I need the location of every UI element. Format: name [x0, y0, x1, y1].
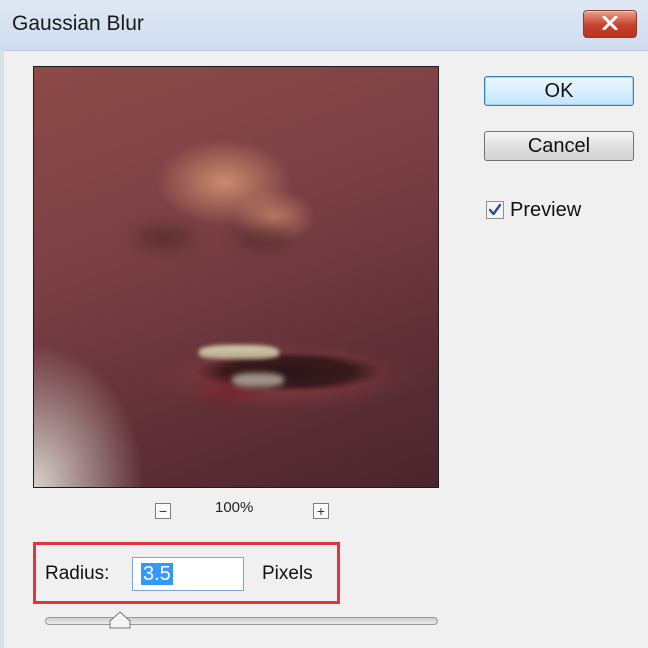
cancel-button[interactable]: Cancel: [484, 131, 634, 161]
minus-icon: −: [158, 503, 168, 519]
window-title: Gaussian Blur: [12, 12, 144, 35]
ok-button[interactable]: OK: [484, 76, 634, 106]
checkmark-icon: [488, 203, 502, 216]
preview-label: Preview: [510, 199, 582, 221]
radius-slider[interactable]: [45, 617, 438, 625]
preview-image[interactable]: [33, 66, 439, 488]
zoom-in-button[interactable]: +: [313, 503, 329, 519]
preview-detail: [234, 227, 294, 249]
preview-detail: [134, 227, 194, 249]
plus-icon: +: [316, 503, 326, 519]
zoom-out-button[interactable]: −: [155, 503, 171, 519]
radius-unit-label: Pixels: [262, 563, 313, 584]
window-border: [0, 50, 4, 648]
radius-value: 3.5: [141, 563, 173, 585]
preview-detail: [232, 373, 284, 387]
preview-checkbox[interactable]: [486, 201, 504, 219]
radius-label: Radius:: [45, 563, 110, 584]
close-icon: [602, 16, 618, 30]
preview-detail: [199, 345, 279, 359]
close-button[interactable]: [583, 10, 637, 38]
title-bar[interactable]: Gaussian Blur: [0, 0, 648, 51]
radius-input[interactable]: 3.5: [132, 557, 244, 591]
gaussian-blur-dialog: Gaussian Blur − 100% + OK Cancel Preview…: [0, 0, 648, 648]
zoom-level: 100%: [215, 499, 254, 516]
slider-thumb[interactable]: [109, 611, 131, 629]
